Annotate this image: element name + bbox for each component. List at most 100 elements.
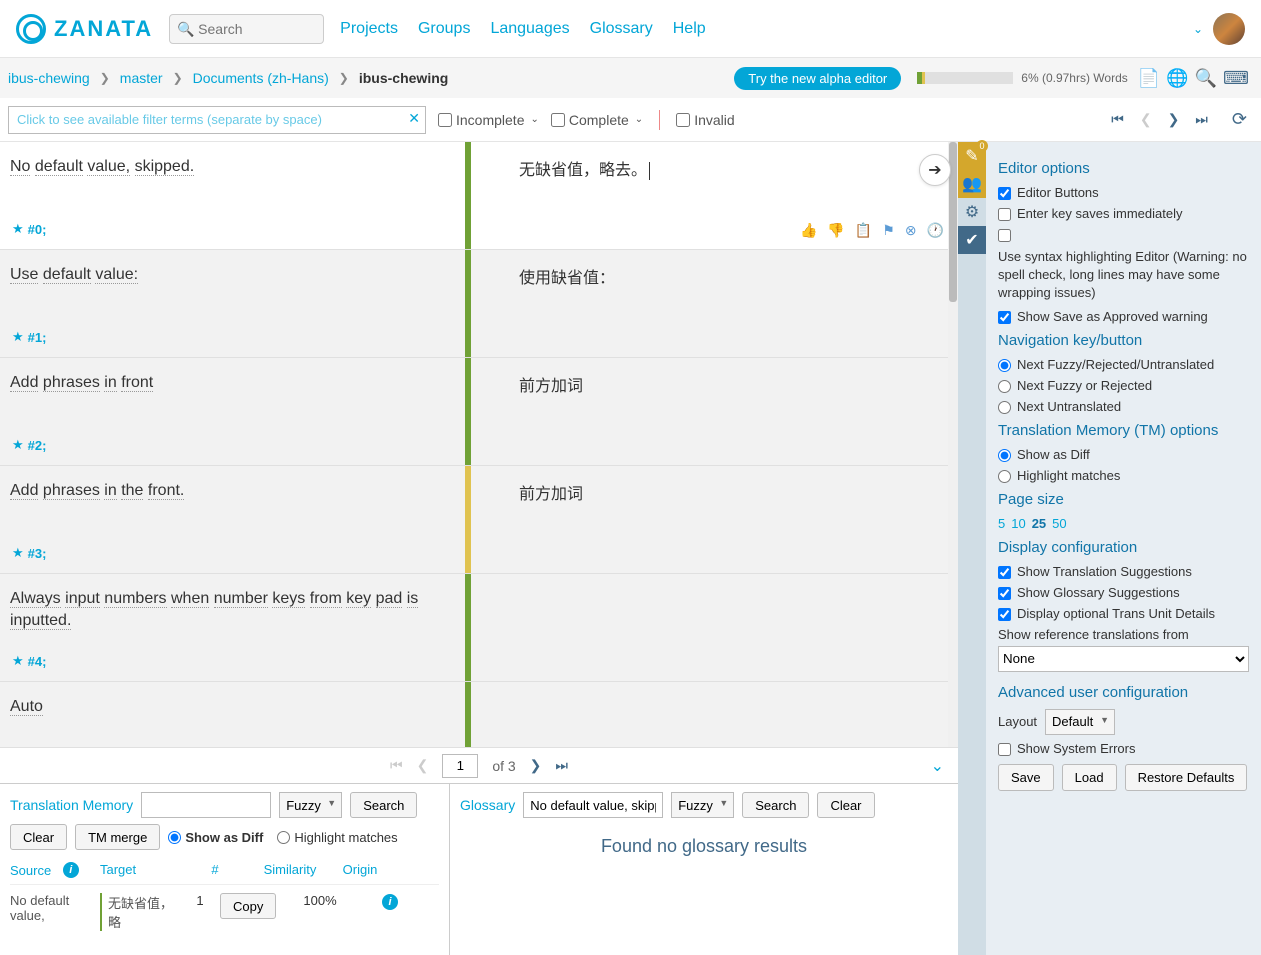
ref-trans-label: Show reference translations from [998,627,1249,642]
nav-opt-2[interactable]: Next Fuzzy or Rejected [998,378,1249,393]
vtab-settings[interactable]: ⚙ [958,198,986,226]
ref-trans-select[interactable]: None [998,646,1249,672]
bookmark[interactable]: ★ #2; [12,437,46,453]
restore-button[interactable]: Restore Defaults [1125,764,1248,791]
collapse-panel-icon[interactable]: ⌄ [931,756,944,776]
search-doc-icon[interactable]: 🔍 [1195,68,1217,89]
tm-search-button[interactable]: Search [350,792,417,818]
translation-row[interactable]: Auto★ #5; [0,682,958,747]
translation-row[interactable]: Use default value:★ #1;使用缺省值： [0,250,958,358]
bc-version[interactable]: master [120,70,163,86]
filter-incomplete[interactable]: Incomplete⌄ [438,112,539,128]
vtab-notifications[interactable]: ✎0 [958,142,986,170]
nav-last[interactable]: ⏭ [1195,111,1208,128]
glossary-clear-button[interactable]: Clear [817,792,874,818]
tm-opt-highlight[interactable]: Highlight matches [998,468,1249,483]
global-search[interactable]: 🔍 [169,14,324,44]
avatar[interactable] [1213,13,1245,45]
opt-syntax[interactable] [998,227,1249,242]
target-text[interactable]: 前方加词 [519,480,944,504]
ps-25[interactable]: 25 [1032,516,1046,531]
bc-project[interactable]: ibus-chewing [8,70,90,86]
translation-row[interactable]: Always input numbers when number keys fr… [0,574,958,682]
translation-row[interactable]: No default value, skipped.★ #0;无缺省值，略去。➔… [0,142,958,250]
filter-input[interactable] [8,106,426,134]
flag-icon[interactable]: ⚑ [882,222,895,239]
glossary-input[interactable] [523,792,663,818]
save-button[interactable]: Save [998,764,1054,791]
layout-select[interactable]: Default [1045,709,1115,735]
page-first[interactable]: ⏮ [390,757,403,774]
document-icon[interactable]: 📄 [1138,68,1160,89]
layout-label: Layout [998,714,1037,729]
nav-opt-1[interactable]: Next Fuzzy/Rejected/Untranslated [998,357,1249,372]
nav-first[interactable]: ⏮ [1111,111,1124,128]
target-text[interactable]: 使用缺省值： [519,264,944,288]
user-menu-caret[interactable]: ⌄ [1193,22,1203,36]
bookmark[interactable]: ★ #1; [12,329,46,345]
opt-editor-buttons[interactable]: Editor Buttons [998,185,1249,200]
disp-trans-details[interactable]: Display optional Trans Unit Details [998,606,1249,621]
target-text[interactable]: 无缺省值，略去。 [519,156,944,180]
nav-help[interactable]: Help [673,20,706,38]
cancel-icon[interactable]: ⊗ [905,222,917,239]
page-prev[interactable]: ❮ [417,757,429,774]
tm-highlight-radio[interactable]: Highlight matches [277,830,397,845]
clear-filter-icon[interactable]: ✕ [408,110,420,127]
translation-row[interactable]: Add phrases in the front.★ #3;前方加词 [0,466,958,574]
alpha-editor-button[interactable]: Try the new alpha editor [734,67,901,90]
nav-languages[interactable]: Languages [490,20,569,38]
opt-syntax-desc: Use syntax highlighting Editor (Warning:… [998,248,1249,303]
nav-next[interactable]: ❯ [1168,111,1180,128]
go-button[interactable]: ➔ [919,154,951,186]
nav-prev[interactable]: ❮ [1140,111,1152,128]
tm-merge-button[interactable]: TM merge [75,824,160,850]
page-last[interactable]: ⏭ [555,757,568,774]
ps-50[interactable]: 50 [1052,516,1066,531]
glossary-search-button[interactable]: Search [742,792,809,818]
thumbs-down-icon[interactable]: 👎 [827,222,844,239]
tm-search-input[interactable] [141,792,271,818]
target-text[interactable]: 前方加词 [519,372,944,396]
info-icon[interactable]: i [63,862,79,878]
nav-glossary[interactable]: Glossary [590,20,653,38]
filter-invalid[interactable]: Invalid [676,112,734,128]
nav-opt-3[interactable]: Next Untranslated [998,399,1249,414]
tm-fuzzy-select[interactable]: Fuzzy [279,792,342,818]
bookmark[interactable]: ★ #3; [12,545,46,561]
bookmark[interactable]: ★ #0; [12,221,46,237]
nav-groups[interactable]: Groups [418,20,470,38]
page-next[interactable]: ❯ [530,757,542,774]
tm-opt-diff[interactable]: Show as Diff [998,447,1249,462]
vtab-validation[interactable]: ✔ [958,226,986,254]
page-input[interactable] [442,754,478,778]
translation-row[interactable]: Add phrases in front★ #2;前方加词 [0,358,958,466]
disp-gloss-sugg[interactable]: Show Glossary Suggestions [998,585,1249,600]
disp-trans-sugg[interactable]: Show Translation Suggestions [998,564,1249,579]
nav-projects[interactable]: Projects [340,20,398,38]
logo[interactable]: ZANATA [16,14,153,44]
globe-icon[interactable]: 🌐 [1166,68,1188,89]
history-icon[interactable]: 🕐 [927,222,944,239]
refresh-icon[interactable]: ⟳ [1232,109,1247,130]
ps-5[interactable]: 5 [998,516,1005,531]
copy-down-icon[interactable]: 📋 [855,222,872,239]
tm-copy-button[interactable]: Copy [220,893,276,919]
filter-complete[interactable]: Complete⌄ [551,112,643,128]
tm-showdiff-radio[interactable]: Show as Diff [168,830,263,845]
keyboard-icon[interactable]: ⌨ [1223,68,1249,89]
vtab-users[interactable]: 👥 [958,170,986,198]
bc-docs[interactable]: Documents (zh-Hans) [193,70,329,86]
opt-syserr[interactable]: Show System Errors [998,741,1249,756]
glossary-empty: Found no glossary results [460,836,948,857]
origin-info-icon[interactable]: i [382,894,398,910]
tm-clear-button[interactable]: Clear [10,824,67,850]
thumbs-up-icon[interactable]: 👍 [800,222,817,239]
glossary-fuzzy-select[interactable]: Fuzzy [671,792,734,818]
opt-save-warning[interactable]: Show Save as Approved warning [998,309,1249,324]
load-button[interactable]: Load [1062,764,1117,791]
bookmark[interactable]: ★ #4; [12,653,46,669]
brand-text: ZANATA [54,16,153,42]
opt-enter-saves[interactable]: Enter key saves immediately [998,206,1249,221]
ps-10[interactable]: 10 [1011,516,1025,531]
